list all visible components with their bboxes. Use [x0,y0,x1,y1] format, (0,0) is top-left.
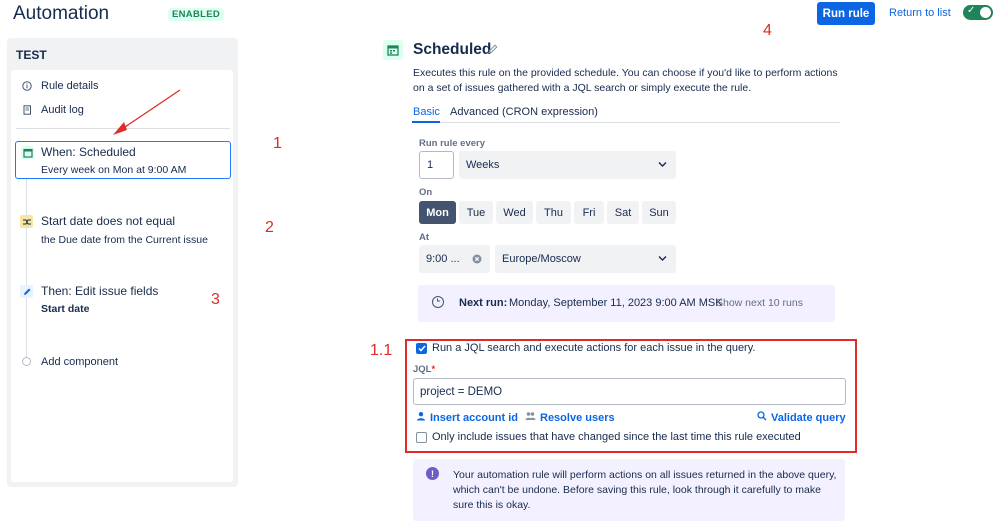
day-mon[interactable]: Mon [419,201,456,224]
annotation-arrow [113,89,181,135]
search-icon [757,411,767,424]
insert-account-id-link[interactable]: Insert account id [416,411,518,424]
on-label: On [419,187,433,198]
trigger-description: Executes this rule on the provided sched… [413,67,838,94]
jql-input[interactable]: project = DEMO [413,378,846,405]
component-subtitle: Every week on Mon at 9:00 AM [41,164,187,176]
next-run-value: Monday, September 11, 2023 9:00 AM MSK [509,297,723,309]
chevron-down-icon [658,254,667,264]
timezone-value: Europe/Moscow [502,253,581,265]
run-every-input[interactable]: 1 [419,151,454,179]
unit-value: Weeks [466,159,500,171]
day-tue[interactable]: Tue [459,201,493,224]
audit-log-link[interactable]: Audit log [22,104,84,116]
day-wed[interactable]: Wed [496,201,533,224]
edit-icon[interactable] [487,43,499,58]
calendar-icon [383,40,403,60]
show-next-runs-link[interactable]: Show next 10 runs [716,297,803,309]
only-changed-option-label: Only include issues that have changed si… [432,431,801,443]
add-component-link[interactable]: Add component [41,356,118,368]
warning-icon: ! [426,467,439,480]
annotation-1-1: 1.1 [370,342,393,359]
person-icon [416,411,426,424]
validate-query-link[interactable]: Validate query [757,411,846,424]
rule-details-label: Rule details [41,80,99,92]
info-icon [22,81,32,91]
return-to-list-link[interactable]: Return to list [889,7,951,19]
component-action[interactable]: Then: Edit issue fields [41,284,158,298]
audit-log-label: Audit log [41,104,84,116]
jql-label: JQL* [413,364,435,375]
time-value: 9:00 ... [426,253,460,265]
clock-icon [432,296,444,308]
sidebar-title: TEST [16,48,47,62]
component-condition[interactable]: Start date does not equal [41,214,175,228]
annotation-4: 4 [763,22,772,39]
run-rule-button[interactable]: Run rule [817,2,875,25]
component-title: When: Scheduled [41,145,136,159]
toggle-knob [980,7,991,18]
rule-enabled-toggle[interactable]: ✓ [963,5,993,20]
time-input[interactable]: 9:00 ... [419,245,490,273]
tab-advanced[interactable]: Advanced (CRON expression) [450,106,598,118]
add-component-dot [22,357,31,366]
jql-search-checkbox[interactable] [416,343,427,354]
next-run-label: Next run: [459,297,508,309]
jql-search-option-label: Run a JQL search and execute actions for… [432,342,756,354]
check-icon: ✓ [967,5,976,16]
clear-icon[interactable] [472,254,482,267]
at-label: At [419,232,430,243]
calendar-icon [21,146,34,159]
component-connector [26,179,27,359]
rule-details-link[interactable]: Rule details [22,80,98,92]
validate-query-label: Validate query [771,411,846,424]
page-title: Automation [13,3,110,24]
resolve-users-link[interactable]: Resolve users [525,411,615,424]
day-thu[interactable]: Thu [536,201,571,224]
active-tab-indicator [412,121,440,123]
chevron-down-icon [658,160,667,170]
jql-label-text: JQL [413,364,432,375]
required-mark: * [431,364,436,375]
annotation-1: 1 [273,135,282,152]
insert-account-id-label: Insert account id [430,411,519,424]
timezone-select[interactable]: Europe/Moscow [495,245,676,273]
run-every-unit-select[interactable]: Weeks [459,151,676,179]
component-subtitle: Start date [41,303,90,315]
day-sun[interactable]: Sun [642,201,676,224]
pencil-icon [20,285,33,298]
annotation-3: 3 [211,291,220,308]
component-subtitle: the Due date from the Current issue [41,234,208,246]
people-icon [525,411,536,424]
trigger-title: Scheduled [413,41,492,58]
tabs-divider [412,122,840,123]
shuffle-icon [20,215,33,228]
day-fri[interactable]: Fri [574,201,604,224]
resolve-users-label: Resolve users [540,411,615,424]
document-icon [22,105,32,115]
annotation-2: 2 [265,219,274,236]
status-badge: ENABLED [168,8,225,21]
day-sat[interactable]: Sat [607,201,639,224]
warning-text: Your automation rule will perform action… [453,469,837,511]
only-changed-checkbox[interactable] [416,432,427,443]
tab-basic[interactable]: Basic [413,106,440,118]
run-every-label: Run rule every [419,138,485,149]
